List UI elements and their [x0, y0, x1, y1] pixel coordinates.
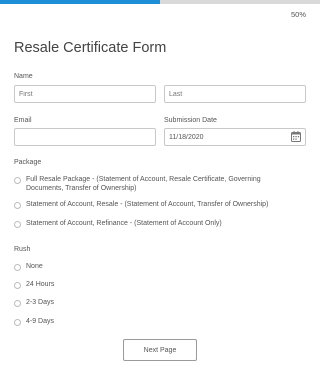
- radio-button[interactable]: [14, 177, 21, 184]
- option-label: Statement of Account, Refinance - (State…: [26, 220, 222, 227]
- first-name-input[interactable]: [14, 85, 156, 103]
- package-label: Package: [14, 159, 42, 166]
- progress-bar-fill: [0, 0, 160, 4]
- progress-percent-label: 50%: [290, 10, 306, 19]
- form-title: Resale Certificate Form: [14, 40, 167, 56]
- package-option-statement-resale[interactable]: Statement of Account, Resale - (Statemen…: [14, 201, 268, 210]
- radio-button[interactable]: [14, 300, 21, 307]
- option-label: Full Resale Package - (Statement of Acco…: [26, 176, 261, 192]
- rush-option-24-hours[interactable]: 24 Hours: [14, 281, 54, 290]
- option-label: 2-3 Days: [26, 299, 55, 306]
- calendar-icon[interactable]: [291, 131, 301, 142]
- progress-bar: [0, 0, 320, 4]
- last-name-input[interactable]: [164, 85, 306, 103]
- rush-option-none[interactable]: None: [14, 263, 43, 272]
- option-label: Statement of Account, Resale - (Statemen…: [26, 201, 269, 208]
- submission-date-label: Submission Date: [164, 117, 217, 124]
- email-label: Email: [14, 117, 32, 124]
- option-label: 4-9 Days: [26, 318, 55, 325]
- option-label: 24 Hours: [26, 281, 55, 288]
- radio-button[interactable]: [14, 221, 21, 228]
- rush-option-4-9-days[interactable]: 4-9 Days: [14, 318, 54, 327]
- name-label: Name: [14, 73, 33, 80]
- email-input[interactable]: [14, 128, 156, 146]
- radio-button[interactable]: [14, 282, 21, 289]
- radio-button[interactable]: [14, 202, 21, 209]
- rush-option-2-3-days[interactable]: 2-3 Days: [14, 299, 54, 308]
- next-page-button[interactable]: Next Page: [123, 339, 197, 361]
- package-option-statement-refinance[interactable]: Statement of Account, Refinance - (State…: [14, 220, 222, 229]
- package-option-full-resale[interactable]: Full Resale Package - (Statement of Acco…: [14, 176, 288, 193]
- rush-label: Rush: [14, 246, 31, 253]
- submission-date-input[interactable]: [164, 128, 306, 146]
- radio-button[interactable]: [14, 319, 21, 326]
- option-label: None: [26, 263, 43, 270]
- radio-button[interactable]: [14, 264, 21, 271]
